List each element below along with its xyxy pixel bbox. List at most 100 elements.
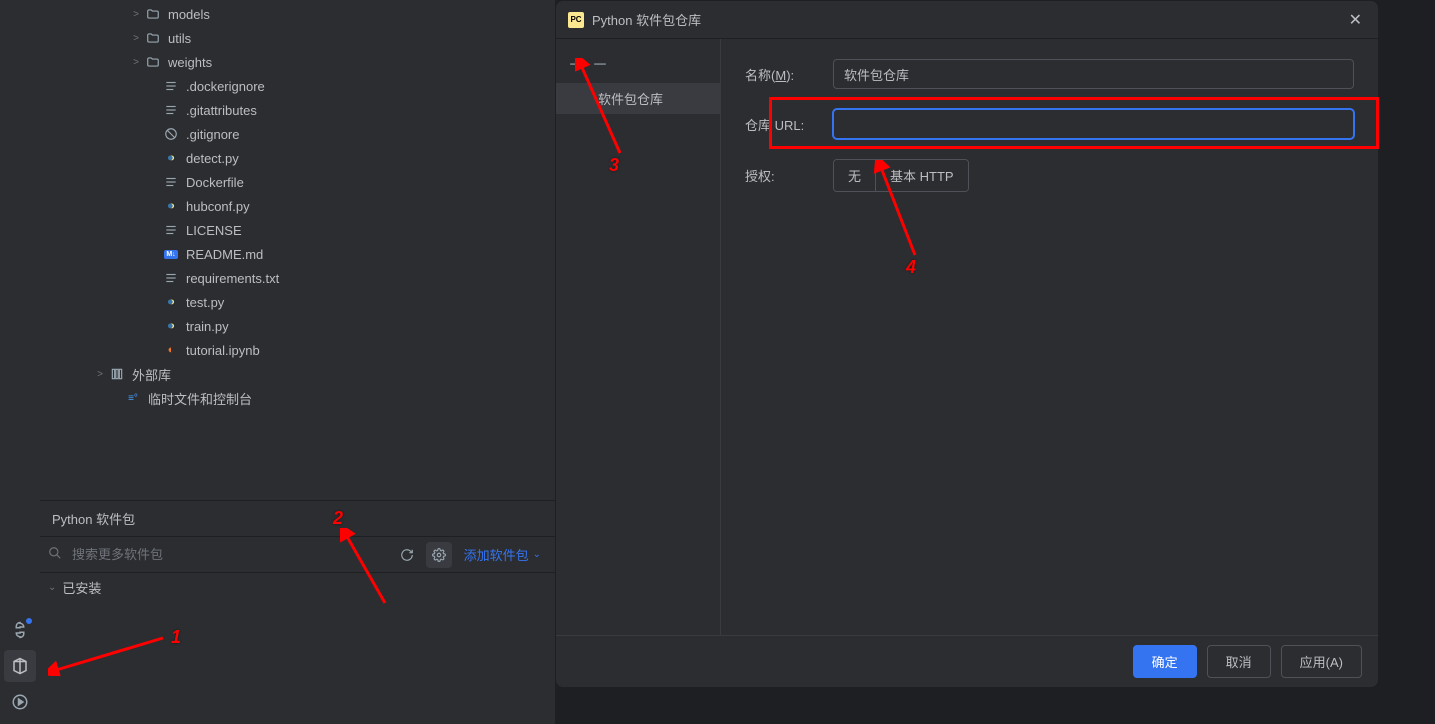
- name-input[interactable]: [833, 59, 1354, 89]
- search-icon: [48, 546, 62, 563]
- dialog-header: PC Python 软件包仓库 ✕: [556, 1, 1378, 39]
- close-icon[interactable]: ✕: [1345, 6, 1366, 34]
- tree-item-label: weights: [168, 55, 212, 70]
- tree-item[interactable]: ≡° 临时文件和控制台: [40, 386, 555, 410]
- chevron-icon: >: [92, 369, 108, 380]
- name-label: 名称(M):: [745, 65, 821, 84]
- project-tree: > models > utils > weights .dockerignore .gitat…: [40, 0, 555, 500]
- url-label: 仓库 URL:: [745, 115, 821, 134]
- search-input[interactable]: [68, 543, 388, 566]
- tree-item-label: README.md: [186, 247, 263, 262]
- tree-item-label: 临时文件和控制台: [148, 389, 252, 408]
- auth-label: 授权:: [745, 166, 821, 185]
- packages-title: Python 软件包: [52, 509, 135, 528]
- folder-icon: [144, 53, 162, 71]
- tree-item-label: tutorial.ipynb: [186, 343, 260, 358]
- tree-item-label: .gitattributes: [186, 103, 257, 118]
- ignore-icon: [162, 125, 180, 143]
- tree-item-label: .dockerignore: [186, 79, 265, 94]
- tree-item[interactable]: ●● test.py: [40, 290, 555, 314]
- tree-item-label: requirements.txt: [186, 271, 279, 286]
- txt-icon: [162, 269, 180, 287]
- chevron-down-icon: ⌄: [48, 582, 56, 593]
- tree-item[interactable]: > models: [40, 2, 555, 26]
- tree-item[interactable]: ◐ tutorial.ipynb: [40, 338, 555, 362]
- tree-item[interactable]: LICENSE: [40, 218, 555, 242]
- tree-item[interactable]: M↓ README.md: [40, 242, 555, 266]
- ok-button[interactable]: 确定: [1133, 645, 1197, 678]
- dialog-left-panel: ＋ － 软件包仓库: [556, 39, 721, 635]
- repo-list-item[interactable]: 软件包仓库: [556, 83, 720, 114]
- url-input[interactable]: [833, 109, 1354, 139]
- packages-toolbar: 添加软件包 ⌄: [40, 537, 555, 573]
- tree-item-label: .gitignore: [186, 127, 239, 142]
- txt-icon: [162, 77, 180, 95]
- txt-icon: [162, 221, 180, 239]
- python-packages-icon[interactable]: [4, 650, 36, 682]
- installed-label: 已安装: [62, 578, 101, 597]
- dialog-body: ＋ － 软件包仓库 名称(M): 仓库 URL: 授权: 无: [556, 39, 1378, 635]
- packages-header: Python 软件包: [40, 501, 555, 537]
- tree-item-label: LICENSE: [186, 223, 242, 238]
- name-row: 名称(M):: [745, 59, 1354, 89]
- jupyter-icon: ◐: [162, 341, 180, 359]
- py-icon: ●●: [162, 149, 180, 167]
- tree-item[interactable]: ●● detect.py: [40, 146, 555, 170]
- dialog-footer: 确定 取消 应用(A): [556, 635, 1378, 687]
- repositories-dialog: PC Python 软件包仓库 ✕ ＋ － 软件包仓库 名称(M): 仓库 UR…: [555, 0, 1379, 688]
- tree-item[interactable]: Dockerfile: [40, 170, 555, 194]
- tree-item-label: 外部库: [132, 365, 171, 384]
- tree-item[interactable]: ●● hubconf.py: [40, 194, 555, 218]
- refresh-icon[interactable]: [394, 542, 420, 568]
- py-icon: ●●: [162, 317, 180, 335]
- chevron-icon: >: [128, 9, 144, 20]
- services-icon[interactable]: [4, 686, 36, 718]
- pycharm-icon: PC: [568, 12, 584, 28]
- folder-icon: [144, 29, 162, 47]
- auth-basic-button[interactable]: 基本 HTTP: [876, 160, 968, 191]
- auth-segmented: 无 基本 HTTP: [833, 159, 969, 192]
- txt-icon: [162, 173, 180, 191]
- chevron-icon: >: [128, 57, 144, 68]
- cancel-button[interactable]: 取消: [1207, 645, 1271, 678]
- badge-dot: [26, 618, 32, 624]
- apply-button[interactable]: 应用(A): [1281, 645, 1362, 678]
- tree-item[interactable]: > 外部库: [40, 362, 555, 386]
- remove-icon[interactable]: －: [592, 51, 608, 75]
- installed-section[interactable]: ⌄ 已安装: [40, 573, 555, 601]
- auth-row: 授权: 无 基本 HTTP: [745, 159, 1354, 192]
- add-package-link[interactable]: 添加软件包 ⌄: [458, 545, 547, 564]
- tree-item[interactable]: > utils: [40, 26, 555, 50]
- scratch-icon: ≡°: [124, 389, 142, 407]
- md-icon: M↓: [162, 245, 180, 263]
- py-icon: ●●: [162, 197, 180, 215]
- tree-item[interactable]: ●● train.py: [40, 314, 555, 338]
- chevron-down-icon: ⌄: [533, 549, 541, 560]
- tool-sidebar: [0, 0, 40, 724]
- tree-item[interactable]: .gitattributes: [40, 98, 555, 122]
- py-icon: ●●: [162, 293, 180, 311]
- tree-item-label: test.py: [186, 295, 224, 310]
- tree-item-label: hubconf.py: [186, 199, 250, 214]
- settings-icon[interactable]: [426, 542, 452, 568]
- python-console-icon[interactable]: [4, 614, 36, 646]
- tree-item-label: utils: [168, 31, 191, 46]
- dialog-left-toolbar: ＋ －: [556, 47, 720, 83]
- tree-item-label: Dockerfile: [186, 175, 244, 190]
- auth-none-button[interactable]: 无: [834, 160, 876, 191]
- txt-icon: [162, 101, 180, 119]
- dialog-title: Python 软件包仓库: [592, 10, 701, 29]
- url-row: 仓库 URL:: [745, 109, 1354, 139]
- tree-item[interactable]: requirements.txt: [40, 266, 555, 290]
- tree-item[interactable]: .gitignore: [40, 122, 555, 146]
- chevron-icon: >: [128, 33, 144, 44]
- tree-item-label: models: [168, 7, 210, 22]
- tree-item-label: detect.py: [186, 151, 239, 166]
- dialog-right-panel: 名称(M): 仓库 URL: 授权: 无 基本 HTTP: [721, 39, 1378, 635]
- add-icon[interactable]: ＋: [568, 51, 584, 75]
- lib-icon: [108, 365, 126, 383]
- tree-item-label: train.py: [186, 319, 229, 334]
- tree-item[interactable]: .dockerignore: [40, 74, 555, 98]
- tree-item[interactable]: > weights: [40, 50, 555, 74]
- python-packages-panel: Python 软件包 添加软件包 ⌄ ⌄ 已安装: [40, 500, 555, 724]
